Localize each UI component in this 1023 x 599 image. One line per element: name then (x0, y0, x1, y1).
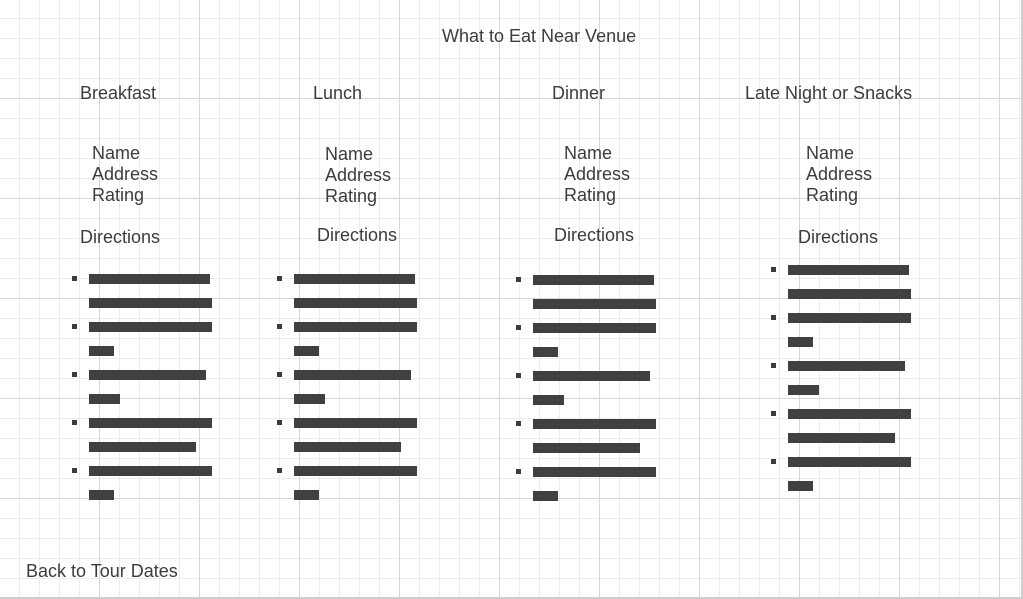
directions-steps (277, 274, 427, 514)
direction-step-placeholder (788, 337, 813, 347)
directions-steps (72, 274, 222, 514)
direction-step-placeholder (294, 442, 401, 452)
bullet-icon (516, 325, 521, 330)
direction-step-placeholder (788, 361, 905, 371)
bullet-icon (277, 468, 282, 473)
bullet-icon (771, 267, 776, 272)
restaurant-info: Name Address Rating (806, 143, 872, 206)
bullet-icon (516, 373, 521, 378)
address-label: Address (564, 164, 631, 184)
directions-label: Directions (798, 227, 879, 247)
restaurant-info: Name Address Rating (92, 143, 158, 206)
bullet-icon (277, 324, 282, 329)
column-heading: Lunch (313, 83, 363, 103)
direction-step-placeholder (89, 490, 114, 500)
address-label: Address (325, 165, 392, 185)
direction-step-placeholder (294, 370, 411, 380)
direction-step-placeholder (89, 370, 206, 380)
direction-step-placeholder (788, 313, 911, 323)
bullet-icon (72, 276, 77, 281)
restaurant-info: Name Address Rating (564, 143, 630, 206)
name-label: Name (325, 144, 374, 164)
rating-label: Rating (325, 186, 378, 206)
direction-step-placeholder (89, 394, 120, 404)
direction-step-placeholder (788, 265, 909, 275)
direction-step-placeholder (294, 466, 417, 476)
name-label: Name (564, 143, 613, 163)
direction-step-placeholder (294, 298, 417, 308)
column-heading: Breakfast (80, 83, 157, 103)
direction-step-placeholder (533, 299, 656, 309)
column-heading: Dinner (552, 83, 606, 103)
direction-step-placeholder (533, 443, 640, 453)
bullet-icon (771, 315, 776, 320)
back-to-tour-dates-link[interactable]: Back to Tour Dates (26, 561, 178, 582)
name-label: Name (806, 143, 855, 163)
rating-label: Rating (564, 185, 617, 205)
direction-step-placeholder (533, 347, 558, 357)
address-label: Address (806, 164, 873, 184)
direction-step-placeholder (89, 298, 212, 308)
direction-step-placeholder (294, 490, 319, 500)
bullet-icon (72, 372, 77, 377)
direction-step-placeholder (89, 466, 212, 476)
directions-label: Directions (317, 225, 398, 245)
direction-step-placeholder (533, 419, 656, 429)
direction-step-placeholder (89, 346, 114, 356)
direction-step-placeholder (533, 395, 564, 405)
direction-step-placeholder (89, 322, 212, 332)
direction-step-placeholder (294, 394, 325, 404)
bullet-icon (516, 421, 521, 426)
direction-step-placeholder (533, 275, 654, 285)
direction-step-placeholder (294, 346, 319, 356)
bullet-icon (771, 363, 776, 368)
direction-step-placeholder (89, 418, 212, 428)
bullet-icon (72, 468, 77, 473)
bullet-icon (72, 420, 77, 425)
directions-label: Directions (80, 227, 161, 247)
restaurant-info: Name Address Rating (325, 144, 391, 207)
bullet-icon (277, 276, 282, 281)
rating-label: Rating (92, 185, 145, 205)
column-heading: Late Night or Snacks (745, 83, 913, 103)
direction-step-placeholder (294, 274, 415, 284)
directions-steps (771, 265, 921, 505)
page-title: What to Eat Near Venue (442, 26, 637, 46)
bullet-icon (516, 277, 521, 282)
direction-step-placeholder (294, 418, 417, 428)
name-label: Name (92, 143, 141, 163)
address-label: Address (92, 164, 159, 184)
direction-step-placeholder (533, 371, 650, 381)
direction-step-placeholder (294, 322, 417, 332)
bullet-icon (771, 411, 776, 416)
direction-step-placeholder (89, 442, 196, 452)
direction-step-placeholder (788, 409, 911, 419)
direction-step-placeholder (89, 274, 210, 284)
direction-step-placeholder (788, 433, 895, 443)
bullet-icon (771, 459, 776, 464)
bullet-icon (72, 324, 77, 329)
direction-step-placeholder (788, 481, 813, 491)
direction-step-placeholder (533, 323, 656, 333)
direction-step-placeholder (533, 467, 656, 477)
directions-label: Directions (554, 225, 635, 245)
direction-step-placeholder (533, 491, 558, 501)
rating-label: Rating (806, 185, 859, 205)
direction-step-placeholder (788, 457, 911, 467)
bullet-icon (277, 420, 282, 425)
directions-steps (516, 275, 666, 515)
bullet-icon (277, 372, 282, 377)
direction-step-placeholder (788, 385, 819, 395)
direction-step-placeholder (788, 289, 911, 299)
bullet-icon (516, 469, 521, 474)
